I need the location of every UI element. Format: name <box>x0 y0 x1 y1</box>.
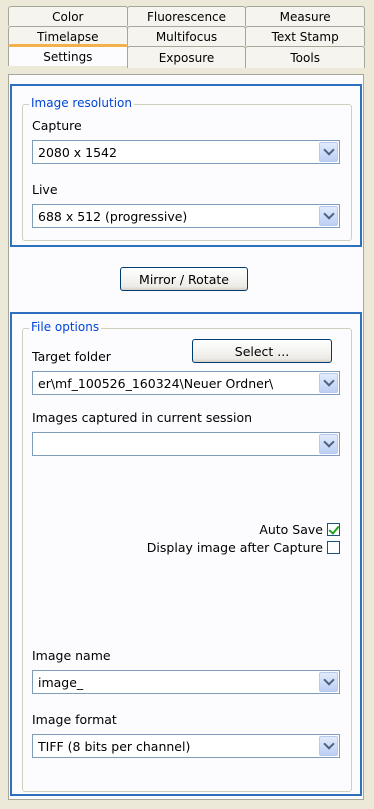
tab-tools[interactable]: Tools <box>245 46 366 68</box>
chevron-down-icon[interactable] <box>319 142 338 162</box>
image-resolution-legend: Image resolution <box>29 96 134 110</box>
auto-save-label: Auto Save <box>259 522 323 537</box>
tab-fluorescence[interactable]: Fluorescence <box>126 6 247 26</box>
tab-timelapse[interactable]: Timelapse <box>8 26 128 46</box>
chevron-down-icon[interactable] <box>319 373 338 393</box>
settings-tab-content: Image resolution Capture 2080 x 1542 Liv… <box>8 74 364 800</box>
image-name-select[interactable]: image_ <box>32 670 340 694</box>
chevron-down-icon[interactable] <box>319 206 338 226</box>
display-after-capture-label: Display image after Capture <box>146 540 323 555</box>
tab-text-stamp[interactable]: Text Stamp <box>245 26 366 46</box>
auto-save-row: Auto Save <box>259 522 340 537</box>
tab-multifocus[interactable]: Multifocus <box>126 26 247 46</box>
chevron-down-icon[interactable] <box>319 672 338 692</box>
tab-row-1: Color Fluorescence Measure <box>8 6 366 26</box>
image-format-select[interactable]: TIFF (8 bits per channel) <box>32 734 340 758</box>
tab-row-2: Timelapse Multifocus Text Stamp <box>8 26 366 46</box>
tab-strip: Color Fluorescence Measure Timelapse Mul… <box>8 6 366 68</box>
images-captured-select[interactable] <box>32 432 340 456</box>
tab-measure[interactable]: Measure <box>245 6 366 26</box>
select-folder-button[interactable]: Select ... <box>192 339 332 363</box>
display-after-capture-checkbox[interactable] <box>327 541 340 554</box>
live-resolution-select[interactable]: 688 x 512 (progressive) <box>32 204 340 228</box>
tab-exposure[interactable]: Exposure <box>126 46 247 68</box>
image-name-label: Image name <box>32 648 111 663</box>
image-format-label: Image format <box>32 712 117 727</box>
images-captured-label: Images captured in current session <box>32 410 253 425</box>
image-resolution-panel: Image resolution Capture 2080 x 1542 Liv… <box>10 84 362 247</box>
target-folder-select[interactable]: er\mf_100526_160324\Neuer Ordner\ <box>32 371 340 395</box>
image-format-value: TIFF (8 bits per channel) <box>38 738 191 754</box>
capture-label: Capture <box>32 118 82 133</box>
display-after-capture-row: Display image after Capture <box>147 540 340 555</box>
file-options-panel: File options Target folder Select ... er… <box>10 312 362 796</box>
tab-row-3: Settings Exposure Tools <box>8 44 366 68</box>
capture-resolution-select[interactable]: 2080 x 1542 <box>32 140 340 164</box>
chevron-down-icon[interactable] <box>319 736 338 756</box>
target-folder-value: er\mf_100526_160324\Neuer Ordner\ <box>38 375 274 391</box>
live-resolution-value: 688 x 512 (progressive) <box>38 208 188 224</box>
auto-save-checkbox[interactable] <box>327 523 340 536</box>
file-options-legend: File options <box>29 320 102 334</box>
image-name-value: image_ <box>38 674 84 690</box>
mirror-rotate-button[interactable]: Mirror / Rotate <box>120 267 248 291</box>
tab-settings[interactable]: Settings <box>8 44 128 66</box>
capture-resolution-value: 2080 x 1542 <box>38 144 117 160</box>
target-folder-label: Target folder <box>32 349 111 364</box>
chevron-down-icon[interactable] <box>319 434 338 454</box>
tab-color[interactable]: Color <box>8 6 128 26</box>
live-label: Live <box>32 182 58 197</box>
